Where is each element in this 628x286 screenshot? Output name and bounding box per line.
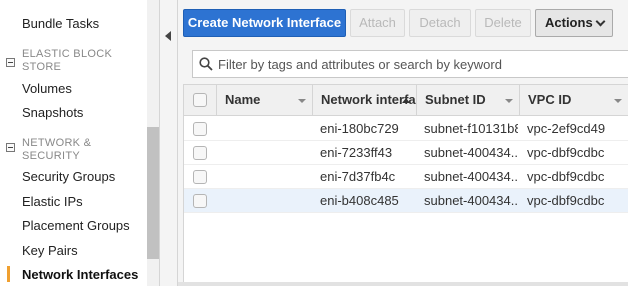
column-header-subnet-id[interactable]: Subnet ID (416, 85, 519, 115)
attach-button[interactable]: Attach (350, 9, 405, 37)
subnet-id-cell: subnet-400434... (424, 169, 518, 184)
collapse-section-icon[interactable] (6, 143, 15, 152)
name-cell (224, 165, 310, 188)
column-label: Subnet ID (425, 92, 486, 107)
delete-button[interactable]: Delete (475, 9, 531, 37)
detach-button[interactable]: Detach (409, 9, 471, 37)
sidebar-item-security-groups[interactable]: Security Groups (22, 169, 115, 184)
sort-icon (298, 99, 306, 103)
sidebar-item-volumes[interactable]: Volumes (22, 81, 72, 96)
row-checkbox[interactable] (193, 194, 207, 208)
sidebar-item-network-interfaces[interactable]: Network Interfaces (22, 267, 138, 282)
column-header-network-interface[interactable]: Network interfa (312, 85, 416, 115)
column-header-vpc-id[interactable]: VPC ID (519, 85, 628, 115)
collapse-left-icon (165, 31, 171, 41)
row-checkbox[interactable] (193, 146, 207, 160)
table-row[interactable]: eni-b408c485 subnet-400434... vpc-dbf9cd… (184, 189, 628, 213)
create-network-interface-button[interactable]: Create Network Interface (183, 9, 346, 37)
active-item-marker (7, 266, 10, 282)
sidebar-section-elastic-block-store: ELASTIC BLOCK STORE (22, 48, 113, 73)
name-cell (224, 189, 310, 212)
subnet-id-cell: subnet-400434... (424, 145, 518, 160)
table-row[interactable]: eni-7233ff43 subnet-400434... vpc-dbf9cd… (184, 141, 628, 165)
vpc-id-cell: vpc-dbf9cdbc (527, 145, 605, 160)
column-header-name[interactable]: Name (216, 85, 312, 115)
network-interface-cell: eni-7d37fb4c (320, 169, 396, 184)
actions-label: Actions (545, 15, 593, 30)
table-row[interactable]: eni-180bc729 subnet-f10131b8 vpc-2ef9cd4… (184, 117, 628, 141)
sort-ascending-icon (402, 98, 410, 103)
search-input[interactable] (218, 51, 618, 77)
network-interface-cell: eni-7233ff43 (320, 145, 393, 160)
sidebar-item-key-pairs[interactable]: Key Pairs (22, 243, 78, 258)
sort-icon (614, 99, 622, 103)
horizontal-scrollbar[interactable] (178, 282, 628, 286)
table-header: Name Network interfa Subnet ID VPC ID (184, 85, 628, 116)
name-cell (224, 141, 310, 164)
sidebar-item-elastic-ips[interactable]: Elastic IPs (22, 194, 83, 209)
row-checkbox[interactable] (193, 122, 207, 136)
sidebar-toggle[interactable] (160, 0, 178, 286)
select-all-checkbox[interactable] (193, 93, 207, 107)
table-row[interactable]: eni-7d37fb4c subnet-400434... vpc-dbf9cd… (184, 165, 628, 189)
subnet-id-cell: subnet-f10131b8 (424, 121, 518, 136)
sidebar: Bundle Tasks ELASTIC BLOCK STORE Volumes… (0, 0, 160, 286)
vpc-id-cell: vpc-2ef9cd49 (527, 121, 606, 136)
subnet-id-cell: subnet-400434... (424, 193, 518, 208)
vpc-id-cell: vpc-dbf9cdbc (527, 193, 605, 208)
sidebar-item-snapshots[interactable]: Snapshots (22, 105, 83, 120)
vpc-id-cell: vpc-dbf9cdbc (527, 169, 605, 184)
chevron-down-icon (595, 16, 606, 27)
row-checkbox[interactable] (193, 170, 207, 184)
sidebar-item-bundle-tasks[interactable]: Bundle Tasks (22, 16, 99, 31)
sort-icon (505, 99, 513, 103)
network-interface-cell: eni-b408c485 (320, 193, 399, 208)
name-cell (224, 117, 310, 140)
actions-dropdown[interactable]: Actions (535, 9, 613, 37)
sidebar-section-network-security: NETWORK & SECURITY (22, 137, 92, 162)
sidebar-item-placement-groups[interactable]: Placement Groups (22, 218, 130, 233)
column-label: Name (225, 92, 261, 107)
network-interfaces-table: Name Network interfa Subnet ID VPC ID en… (183, 84, 628, 286)
main-panel: Create Network Interface Attach Detach D… (178, 0, 628, 286)
column-label: VPC ID (528, 92, 572, 107)
search-bar[interactable] (192, 50, 628, 78)
collapse-section-icon[interactable] (6, 58, 15, 67)
network-interface-cell: eni-180bc729 (320, 121, 399, 136)
search-icon (199, 57, 213, 71)
sidebar-scrollbar-thumb[interactable] (147, 127, 159, 259)
